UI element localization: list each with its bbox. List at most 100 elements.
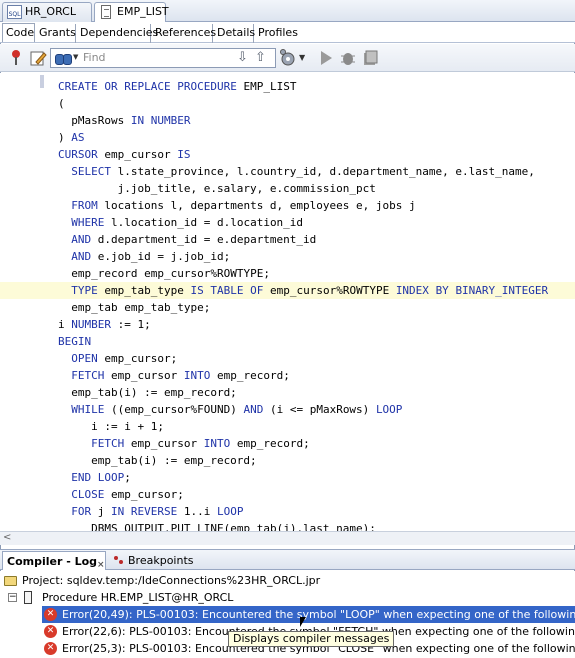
code-line[interactable]: ) AS [0, 129, 575, 146]
code-line[interactable]: FETCH emp_cursor INTO emp_record; [0, 435, 575, 452]
pin-icon[interactable] [6, 48, 26, 68]
code-line[interactable]: i NUMBER := 1; [0, 316, 575, 333]
code-line-text: FETCH emp_cursor INTO emp_record; [71, 369, 290, 382]
code-line[interactable]: i := i + 1; [0, 418, 575, 435]
code-line-text: WHILE ((emp_cursor%FOUND) AND (i <= pMax… [71, 403, 403, 416]
chevron-down-icon[interactable]: ▼ [299, 48, 309, 68]
code-line-text: CREATE OR REPLACE PROCEDURE EMP_LIST [58, 80, 297, 93]
run-icon[interactable] [316, 48, 336, 68]
code-line[interactable]: DBMS_OUTPUT.PUT_LINE(emp_tab(j).last_nam… [0, 520, 575, 531]
find-field[interactable]: ▼ Find ⇩ ⇧ [50, 48, 276, 68]
tab-hr-orcl[interactable]: SQL HR_ORCL [2, 2, 92, 22]
code-line[interactable]: CURSOR emp_cursor IS [0, 146, 575, 163]
code-line-text: CLOSE emp_cursor; [71, 488, 184, 501]
code-line[interactable]: emp_tab(i) := emp_record; [0, 452, 575, 469]
editor-sub-tabs: Code Grants Dependencies References Deta… [0, 22, 575, 43]
code-line[interactable]: j.job_title, e.salary, e.commission_pct [0, 180, 575, 197]
code-line-text: FETCH emp_cursor INTO emp_record; [91, 437, 310, 450]
chevron-down-icon[interactable]: ▼ [73, 53, 78, 61]
code-line-text: OPEN emp_cursor; [71, 352, 178, 365]
code-line-text: END LOOP; [71, 471, 131, 484]
tab-references-label: References [155, 26, 217, 39]
code-line[interactable]: SELECT l.state_province, l.country_id, d… [0, 163, 575, 180]
code-line[interactable]: FROM locations l, departments d, employe… [0, 197, 575, 214]
code-line[interactable]: emp_tab emp_tab_type; [0, 299, 575, 316]
code-line-text: CURSOR emp_cursor IS [58, 148, 191, 161]
code-line[interactable]: FETCH emp_cursor INTO emp_record; [0, 367, 575, 384]
arrow-up-icon[interactable]: ⇧ [255, 51, 269, 65]
compile-gear-icon[interactable] [278, 48, 298, 68]
tab-dependencies[interactable]: Dependencies [77, 24, 158, 43]
tab-profiles-label: Profiles [258, 26, 298, 39]
tab-dependencies-label: Dependencies [80, 26, 159, 39]
code-editor[interactable]: CREATE OR REPLACE PROCEDURE EMP_LIST ( pM… [0, 73, 575, 531]
code-line-text: ) AS [58, 131, 85, 144]
log-tab-bar: Compiler - Log × Breakpoints [0, 549, 575, 570]
tab-profiles[interactable]: Profiles [255, 24, 298, 43]
document-tab-bar: SQL HR_ORCL EMP_LIST [0, 0, 575, 23]
code-line-text: i := i + 1; [58, 420, 164, 433]
tab-references[interactable]: References [152, 24, 217, 43]
tab-compiler-log-label: Compiler - Log [7, 555, 98, 568]
tab-emp-list[interactable]: EMP_LIST [94, 2, 169, 23]
tab-code-label: Code [6, 26, 35, 39]
code-line-text: pMasRows IN NUMBER [58, 114, 191, 127]
code-line-text: FOR j IN REVERSE 1..i LOOP [71, 505, 244, 518]
tab-details-label: Details [217, 26, 256, 39]
project-label: Project: sqldev.temp:/IdeConnections%23H… [22, 574, 321, 587]
collapse-icon[interactable]: − [8, 593, 17, 602]
code-line[interactable]: OPEN emp_cursor; [0, 350, 575, 367]
tab-compiler-log[interactable]: Compiler - Log × [2, 551, 106, 570]
tab-label: EMP_LIST [117, 5, 169, 18]
debug-bug-icon[interactable] [338, 48, 358, 68]
editor-toolbar: ▼ Find ⇩ ⇧ ▼ [0, 44, 575, 72]
code-line-text: emp_tab(i) := emp_record; [58, 454, 257, 467]
code-line[interactable]: END LOOP; [0, 469, 575, 486]
tab-breakpoints[interactable]: Breakpoints [110, 551, 198, 570]
binoculars-icon[interactable] [55, 52, 73, 65]
code-line-text: emp_record emp_cursor%ROWTYPE; [58, 267, 270, 280]
log-project-row[interactable]: Project: sqldev.temp:/IdeConnections%23H… [4, 572, 564, 589]
code-line[interactable]: AND e.job_id = j.job_id; [0, 248, 575, 265]
code-line[interactable]: emp_tab(i) := emp_record; [0, 384, 575, 401]
code-line-text: AND d.department_id = e.department_id [71, 233, 317, 246]
code-line-text: emp_tab emp_tab_type; [58, 301, 211, 314]
code-line-text: AND e.job_id = j.job_id; [71, 250, 231, 263]
code-line-text: DBMS_OUTPUT.PUT_LINE(emp_tab(j).last_nam… [91, 522, 376, 531]
tab-grants-label: Grants [39, 26, 76, 39]
code-line[interactable]: WHERE l.location_id = d.location_id [0, 214, 575, 231]
error-message: Error(20,49): PLS-00103: Encountered the… [62, 608, 575, 621]
procedure-label: Procedure HR.EMP_LIST@HR_ORCL [42, 591, 234, 604]
code-line[interactable]: BEGIN [0, 333, 575, 350]
tab-code[interactable]: Code [2, 23, 35, 42]
code-lines: CREATE OR REPLACE PROCEDURE EMP_LIST ( pM… [0, 78, 575, 531]
code-line-text: ( [58, 97, 65, 110]
find-placeholder: Find [83, 51, 106, 64]
code-line[interactable]: CREATE OR REPLACE PROCEDURE EMP_LIST [0, 78, 575, 95]
scroll-left-icon[interactable]: < [3, 532, 11, 543]
tab-grants[interactable]: Grants [36, 24, 76, 43]
code-line[interactable]: FOR j IN REVERSE 1..i LOOP [0, 503, 575, 520]
edit-icon[interactable] [28, 48, 48, 68]
procedure-icon [24, 591, 32, 604]
tab-breakpoints-label: Breakpoints [128, 554, 194, 567]
code-line[interactable]: AND d.department_id = e.department_id [0, 231, 575, 248]
code-line[interactable]: pMasRows IN NUMBER [0, 112, 575, 129]
tab-details[interactable]: Details [214, 24, 256, 43]
code-line[interactable]: WHILE ((emp_cursor%FOUND) AND (i <= pMax… [0, 401, 575, 418]
code-line-text: j.job_title, e.salary, e.commission_pct [58, 182, 376, 195]
code-line-text: FROM locations l, departments d, employe… [71, 199, 416, 212]
error-icon: ✕ [44, 642, 57, 655]
sql-worksheet-icon: SQL [7, 5, 22, 19]
horizontal-scrollbar[interactable]: < [0, 531, 575, 545]
code-line-text: BEGIN [58, 335, 92, 348]
profile-icon[interactable] [360, 48, 380, 68]
arrow-down-icon[interactable]: ⇩ [237, 51, 251, 65]
code-line[interactable]: ( [0, 95, 575, 112]
log-procedure-row[interactable]: − Procedure HR.EMP_LIST@HR_ORCL [4, 589, 564, 606]
folder-icon [4, 576, 17, 586]
code-line-text: emp_tab(i) := emp_record; [58, 386, 237, 399]
code-line[interactable]: emp_record emp_cursor%ROWTYPE; [0, 265, 575, 282]
code-line[interactable]: CLOSE emp_cursor; [0, 486, 575, 503]
code-line[interactable]: TYPE emp_tab_type IS TABLE OF emp_cursor… [0, 282, 575, 299]
